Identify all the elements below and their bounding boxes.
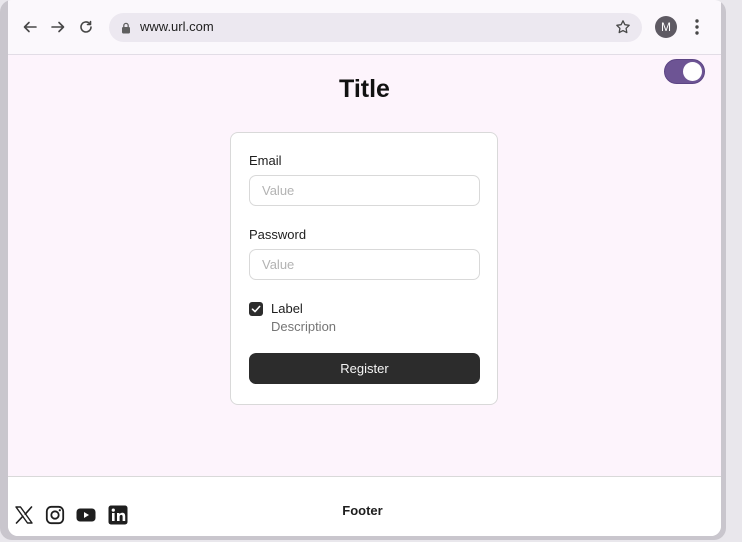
forward-arrow-icon[interactable] bbox=[48, 17, 68, 37]
browser-window: www.url.com M Title Email Password bbox=[0, 0, 726, 540]
checkbox-label: Label bbox=[271, 301, 303, 316]
browser-content: www.url.com M Title Email Password bbox=[8, 0, 721, 536]
password-field[interactable] bbox=[249, 249, 480, 280]
register-form-card: Email Password Label Description Registe… bbox=[230, 132, 498, 405]
profile-avatar[interactable]: M bbox=[655, 16, 677, 38]
address-bar[interactable]: www.url.com bbox=[109, 13, 642, 42]
checkbox-description: Description bbox=[271, 319, 337, 334]
more-vertical-icon[interactable] bbox=[694, 18, 700, 41]
page-body: Title Email Password Label Description R… bbox=[8, 55, 721, 476]
checkbox[interactable] bbox=[249, 302, 263, 316]
email-label: Email bbox=[249, 153, 282, 168]
email-field[interactable] bbox=[249, 175, 480, 206]
url-text: www.url.com bbox=[140, 19, 214, 34]
reload-icon[interactable] bbox=[76, 17, 96, 37]
browser-toolbar: www.url.com M bbox=[8, 0, 721, 55]
page-title: Title bbox=[339, 75, 390, 103]
footer: Footer bbox=[8, 476, 721, 536]
checkmark-icon bbox=[251, 305, 261, 313]
register-button[interactable]: Register bbox=[249, 353, 480, 384]
star-icon[interactable] bbox=[615, 19, 631, 40]
password-label: Password bbox=[249, 227, 307, 242]
back-arrow-icon[interactable] bbox=[20, 17, 40, 37]
lock-icon bbox=[121, 21, 131, 39]
footer-text: Footer bbox=[342, 503, 383, 518]
